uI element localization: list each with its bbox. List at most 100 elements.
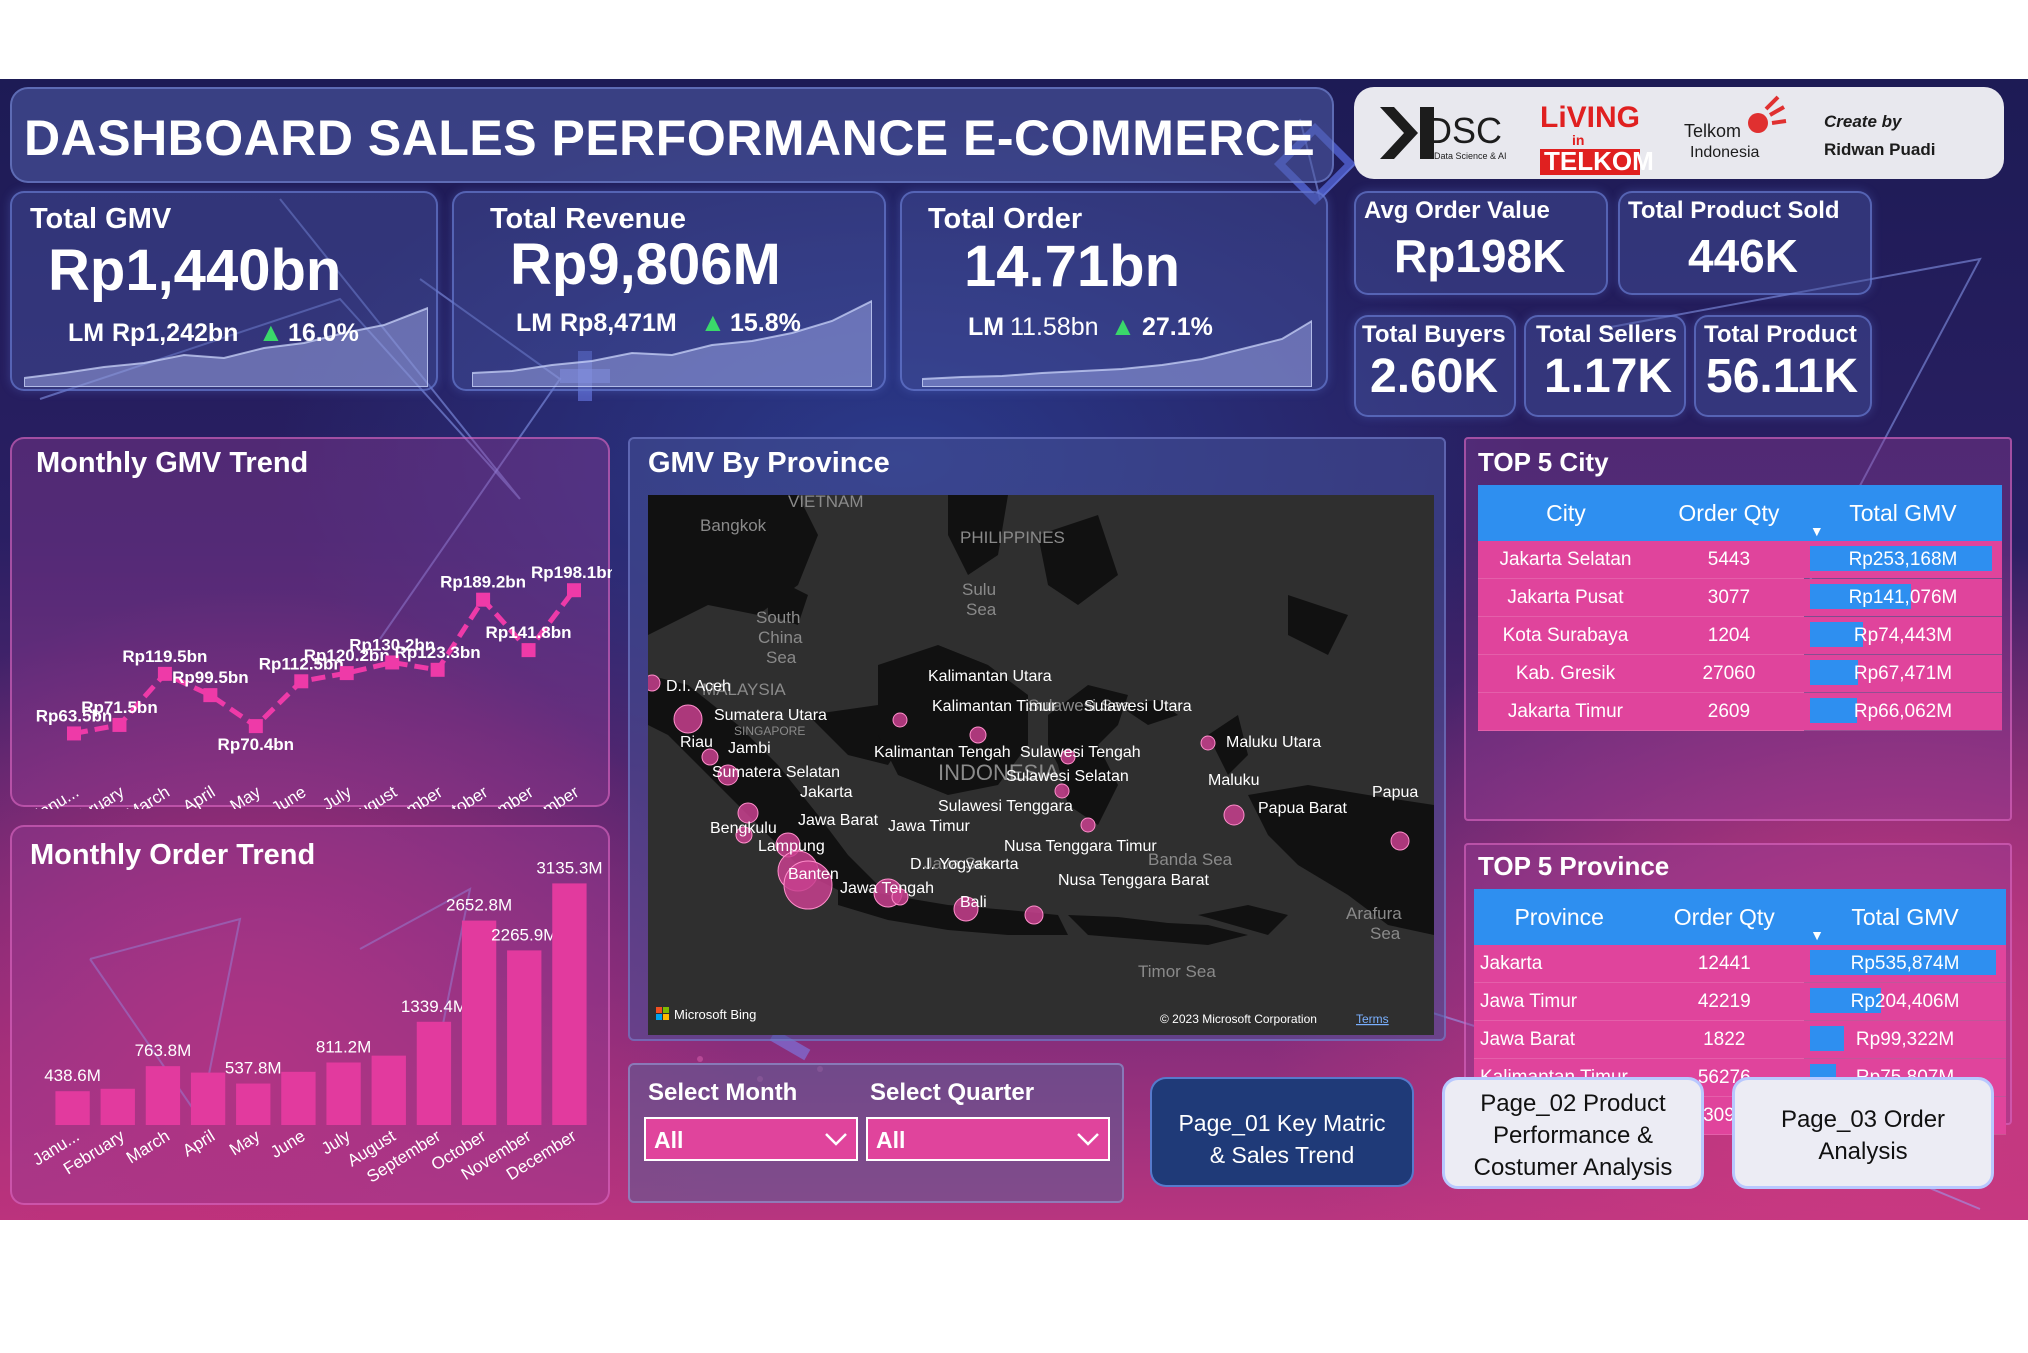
- col-header-order-qty[interactable]: Order Qty: [1644, 889, 1805, 945]
- order-data-label: 811.2M: [316, 1037, 371, 1056]
- bubble-sumatera-utara[interactable]: [673, 704, 703, 734]
- kpi-value: 446K: [1688, 230, 1798, 282]
- living-in-telkom-logo: LiVING in TELKOM: [1540, 101, 1654, 176]
- kpi-value: 2.60K: [1370, 350, 1499, 403]
- order-bar[interactable]: [145, 1066, 181, 1125]
- bubble-kalimantan-tengah[interactable]: [892, 712, 908, 728]
- cell-total-gmv: Rp67,471M: [1803, 654, 2002, 693]
- gmv-data-point[interactable]: [112, 717, 127, 732]
- telkom-text: TELKOM: [1544, 146, 1654, 176]
- province-label: Kalimantan Tengah: [874, 744, 1011, 761]
- table-row[interactable]: Jawa Timur 42219 Rp204,406M: [1474, 982, 2006, 1021]
- bubble-sulawesi-tenggara[interactable]: [1080, 817, 1096, 833]
- table-row[interactable]: Jakarta Pusat 3077 Rp141,076M: [1478, 578, 2002, 617]
- gmv-data-point[interactable]: [339, 666, 354, 681]
- order-bar[interactable]: [100, 1088, 135, 1125]
- bubble-riau[interactable]: [701, 748, 719, 766]
- gmv-data-point[interactable]: [430, 662, 445, 677]
- table-row[interactable]: Jakarta 12441 Rp535,874M: [1474, 945, 2006, 983]
- bubble-kalimantan-timur[interactable]: [969, 726, 987, 744]
- province-label: Papua: [1372, 784, 1418, 801]
- gmv-data-point[interactable]: [248, 719, 263, 734]
- cell-order-qty: 1204: [1653, 616, 1804, 655]
- col-header-total-gmv[interactable]: Total GMV ▼: [1804, 889, 2006, 945]
- order-bar[interactable]: [507, 950, 542, 1125]
- bing-text: Microsoft Bing: [674, 1007, 756, 1022]
- kpi-label: Total Order: [928, 203, 1083, 235]
- gmv-data-point[interactable]: [521, 643, 536, 658]
- chevron-down-icon: [825, 1133, 847, 1146]
- quarter-slicer-dropdown[interactable]: All: [866, 1117, 1110, 1161]
- order-x-tick-label: April: [179, 1126, 218, 1160]
- geo-label: Sulu: [962, 580, 996, 599]
- gmv-data-point[interactable]: [476, 592, 491, 607]
- bubble-maluku-utara[interactable]: [1200, 735, 1216, 751]
- geo-label: Sea: [766, 648, 797, 667]
- kpi-label: Total Buyers: [1362, 321, 1506, 348]
- kpi-lm-value: Rp1,242bn: [112, 319, 239, 347]
- indonesia-map[interactable]: VIETNAM Bangkok PHILIPPINES South China …: [648, 495, 1434, 1035]
- col-header-label: Total GMV: [1849, 499, 1957, 526]
- cell-order-qty: 27060: [1653, 654, 1804, 693]
- col-header-city[interactable]: City: [1478, 485, 1654, 541]
- order-bar[interactable]: [552, 883, 587, 1125]
- order-bar[interactable]: [461, 920, 497, 1125]
- nav-page-03-button[interactable]: Page_03 Order Analysis: [1732, 1077, 1994, 1189]
- order-bar[interactable]: [55, 1091, 90, 1125]
- kpi-label: Total GMV: [30, 203, 172, 235]
- up-arrow-icon: ▲: [700, 307, 726, 337]
- province-label: Jawa Timur: [888, 818, 970, 835]
- gmv-data-label: Rp70.4bn: [218, 735, 295, 754]
- gmv-data-point[interactable]: [157, 666, 172, 681]
- province-label: D.I. Yogyakarta: [910, 856, 1019, 873]
- nav-page-01-button[interactable]: Page_01 Key Matric & Sales Trend: [1150, 1077, 1414, 1187]
- table-row[interactable]: Jakarta Selatan 5443 Rp253,168M: [1478, 541, 2002, 579]
- col-header-total-gmv[interactable]: Total GMV ▼: [1803, 485, 2002, 541]
- table-row[interactable]: Jawa Barat 1822 Rp99,322M: [1474, 1020, 2006, 1059]
- bubble-nusa-tenggara-barat[interactable]: [1024, 905, 1044, 925]
- order-bar[interactable]: [326, 1062, 361, 1125]
- nav-page-03-label: Page_03 Order Analysis: [1780, 1106, 1946, 1165]
- gmv-data-point[interactable]: [67, 726, 81, 741]
- province-label: Jawa Barat: [798, 812, 879, 829]
- gmv-x-tick-label: April: [180, 782, 219, 809]
- province-label: Maluku: [1208, 772, 1260, 789]
- geo-label: Timor Sea: [1138, 962, 1216, 981]
- month-slicer-dropdown[interactable]: All: [644, 1117, 858, 1161]
- province-label: Riau: [680, 734, 713, 751]
- logo-panel: DSC Data Science & AI LiVING in TELKOM T…: [1354, 87, 2004, 179]
- cell-name: Jakarta Pusat: [1478, 578, 1654, 617]
- map-canvas[interactable]: VIETNAM Bangkok PHILIPPINES South China …: [648, 495, 1434, 1035]
- bubble-papua[interactable]: [1390, 831, 1410, 851]
- order-data-label: 2265.9M: [491, 925, 557, 944]
- kpi-value: Rp198K: [1394, 230, 1566, 282]
- top-city-table: City Order Qty Total GMV ▼ Jakarta Selata…: [1478, 485, 2002, 731]
- order-bar[interactable]: [236, 1083, 271, 1125]
- geo-label: South: [756, 608, 800, 627]
- col-header-order-qty[interactable]: Order Qty: [1653, 485, 1804, 541]
- geo-label: SINGAPORE: [734, 724, 805, 738]
- filter-panel: Select Month All Select Quarter All: [628, 1063, 1124, 1203]
- cell-order-qty: 1822: [1644, 1020, 1805, 1059]
- nav-page-02-button[interactable]: Page_02 Product Performance & Costumer A…: [1442, 1077, 1704, 1189]
- table-row[interactable]: Kab. Gresik 27060 Rp67,471M: [1478, 654, 2002, 693]
- order-bar[interactable]: [371, 1055, 406, 1125]
- page-title: DASHBOARD SALES PERFORMANCE E-COMMERCE: [24, 110, 1316, 166]
- province-label: Jakarta: [800, 784, 853, 801]
- map-terms-link[interactable]: Terms: [1356, 1012, 1389, 1026]
- col-header-province[interactable]: Province: [1474, 889, 1645, 945]
- cell-gmv-value: Rp141,076M: [1848, 586, 1958, 608]
- table-row[interactable]: Kota Surabaya 1204 Rp74,443M: [1478, 616, 2002, 655]
- order-bar[interactable]: [190, 1072, 226, 1125]
- col-header-label: Total GMV: [1851, 903, 1959, 930]
- order-bar[interactable]: [416, 1021, 452, 1125]
- gmv-data-point[interactable]: [203, 688, 218, 703]
- gmv-x-tick-label: August: [345, 782, 400, 809]
- gmv-data-point[interactable]: [294, 674, 309, 689]
- bubble-maluku[interactable]: [1223, 804, 1245, 826]
- table-row[interactable]: Jakarta Timur 2609 Rp66,062M: [1478, 692, 2002, 731]
- bubble-d-i-aceh[interactable]: [648, 674, 661, 692]
- gmv-data-point[interactable]: [567, 583, 581, 598]
- order-bar[interactable]: [281, 1071, 316, 1125]
- bubble-sulawesi-tengah[interactable]: [1054, 783, 1070, 799]
